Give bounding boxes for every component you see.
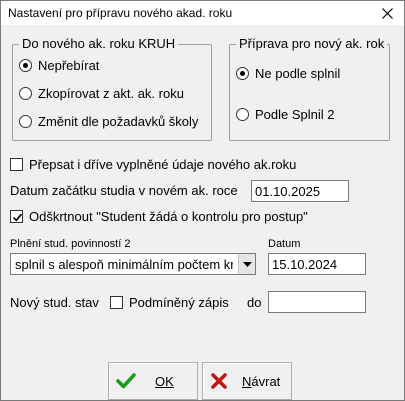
group-kruh-legend: Do nového ak. roku KRUH [19,36,179,51]
radio-indicator[interactable] [19,115,32,128]
checkbox-indicator[interactable] [10,210,23,223]
chevron-down-icon [242,261,252,267]
radio-label: Nepřebírat [38,58,100,73]
cross-icon [210,372,228,393]
radio-label: Změnit dle požadavků školy [38,114,199,129]
start-date-label: Datum začátku studia v novém ak. roce [10,183,238,198]
radio-zmenit[interactable]: Změnit dle požadavků školy [19,114,198,129]
date-input[interactable]: 15.10.2024 [268,253,366,275]
group-priprava: Příprava pro nový ak. rok [229,36,390,141]
dropdown-arrow[interactable] [238,254,255,274]
checkbox-label: Podmíněný zápis [129,295,229,310]
radio-label: Zkopírovat z akt. ak. roku [38,86,184,101]
date-label: Datum [268,238,301,250]
radio-indicator[interactable] [236,67,249,80]
ok-button[interactable]: OK [108,362,198,400]
checkbox-indicator[interactable] [110,296,123,309]
radio-ne-podle-splnil[interactable]: Ne podle splnil [236,66,340,81]
fulfillment-selected-value: splnil s alespoň minimálním počtem kredi… [15,257,233,272]
radio-indicator[interactable] [236,108,249,121]
radio-label: Podle Splnil 2 [255,107,335,122]
radio-indicator[interactable] [19,87,32,100]
close-button[interactable] [370,1,404,25]
overwrite-checkbox[interactable]: Přepsat i dříve vyplněné údaje nového ak… [10,157,296,172]
checkbox-indicator[interactable] [10,158,23,171]
conditional-enrollment-checkbox[interactable]: Podmíněný zápis [110,295,229,310]
checkmark-icon [12,213,23,222]
title-bar: Nastavení pro přípravu nového akad. roku [1,1,404,25]
fulfillment-select[interactable]: splnil s alespoň minimálním počtem kredi… [10,253,256,275]
ok-button-label: OK [155,374,174,389]
start-date-input[interactable]: 01.10.2025 [251,180,349,202]
button-bar: OK Návrat [1,354,404,400]
until-input[interactable] [268,291,366,313]
checkmark-icon [116,372,136,393]
radio-zkopirovat[interactable]: Zkopírovat z akt. ak. roku [19,86,184,101]
window-title: Nastavení pro přípravu nového akad. roku [8,6,233,20]
new-status-label: Nový stud. stav [10,295,99,310]
cancel-button-label: Návrat [242,374,281,389]
radio-label: Ne podle splnil [255,66,341,81]
radio-nepribirat[interactable]: Nepřebírat [19,58,99,73]
radio-podle-splnil-2[interactable]: Podle Splnil 2 [236,107,335,122]
until-label: do [247,295,262,310]
checkbox-label: Odškrtnout "Student žádá o kontrolu pro … [29,209,308,224]
checkbox-label: Přepsat i dříve vyplněné údaje nového ak… [29,157,297,172]
group-priprava-legend: Příprava pro nový ak. rok [236,36,388,51]
radio-indicator[interactable] [19,59,32,72]
control-checkbox[interactable]: Odškrtnout "Student žádá o kontrolu pro … [10,209,308,224]
cancel-button[interactable]: Návrat [202,362,292,400]
close-icon [381,7,393,19]
dialog-window: Nastavení pro přípravu nového akad. roku… [0,0,405,401]
fulfillment-label: Plnění stud. povinností 2 [10,238,131,250]
